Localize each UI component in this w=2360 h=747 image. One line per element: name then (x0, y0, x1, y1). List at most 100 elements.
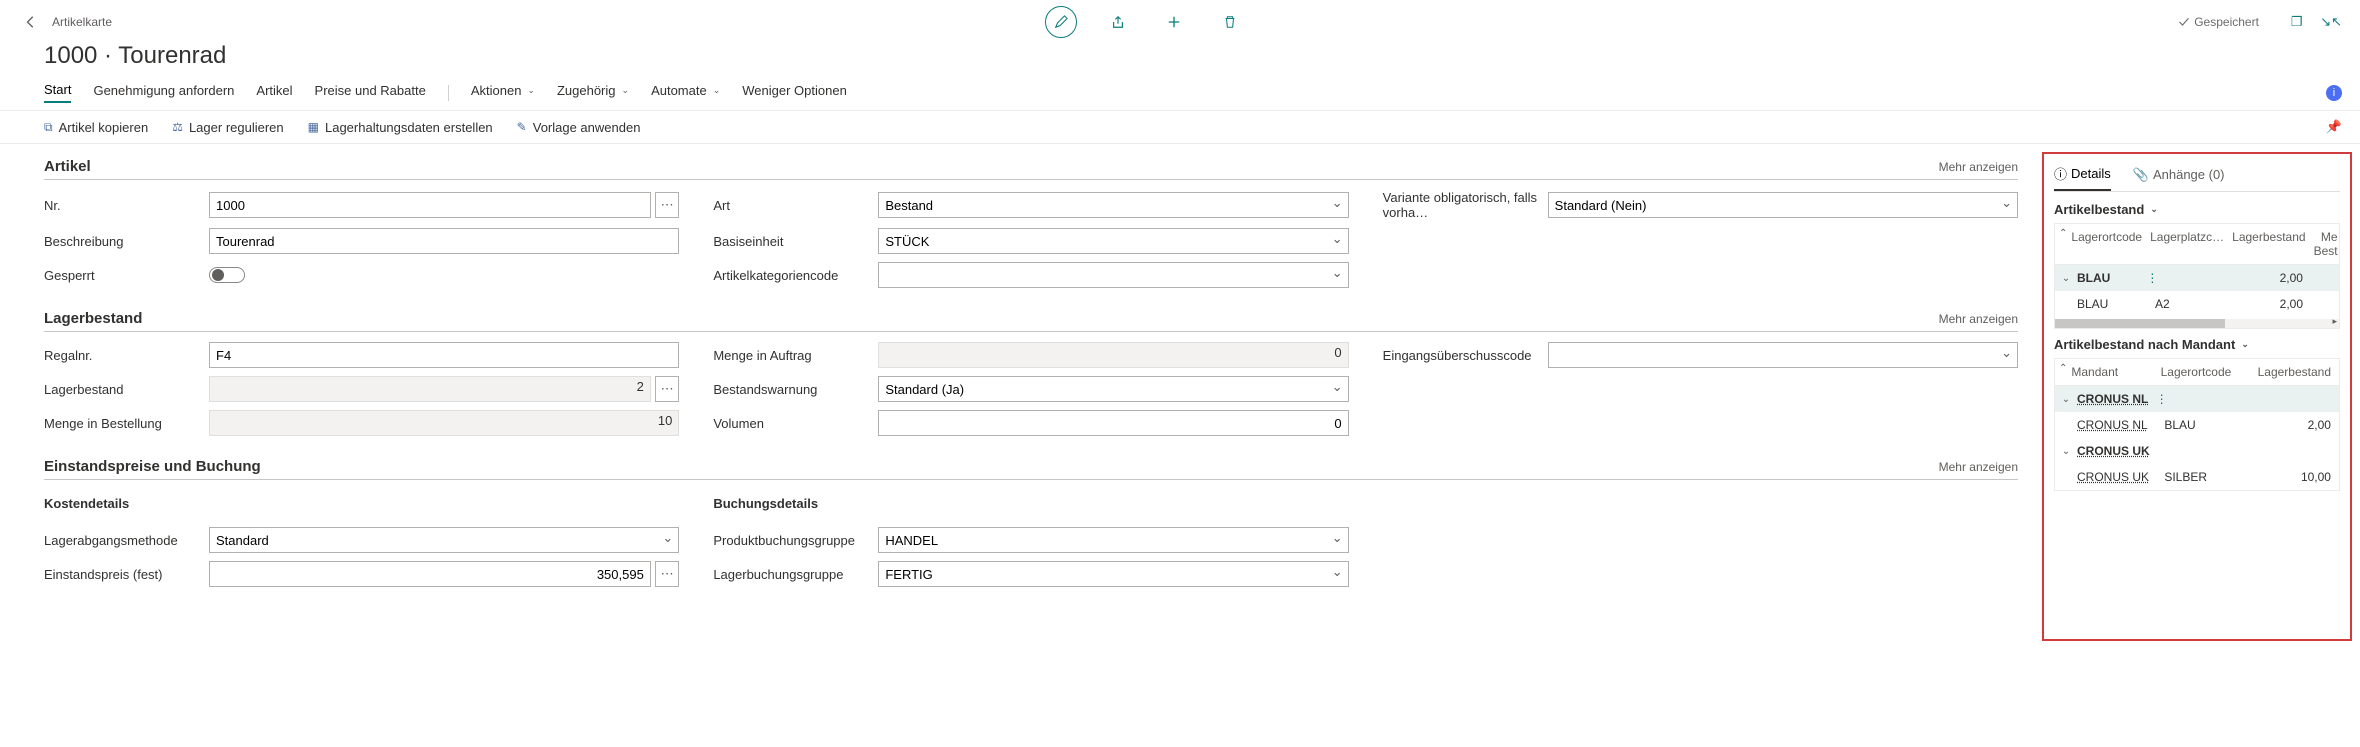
variante-label: Variante obligatorisch, falls vorha… (1383, 190, 1548, 220)
cmd-automate[interactable]: Automate⌄ (651, 83, 720, 102)
eingang-select[interactable] (1548, 342, 2018, 368)
chevron-down-icon[interactable]: ⌄ (2059, 446, 2073, 457)
saved-indicator: Gespeichert (2178, 15, 2259, 29)
kategorie-label: Artikelkategoriencode (713, 268, 878, 283)
act-create-warehouse-data[interactable]: ▦Lagerhaltungsdaten erstellen (308, 120, 493, 135)
page-title: 1000 · Tourenrad (0, 38, 2360, 78)
factbox-tab-attachments[interactable]: 📎 Anhänge (0) (2133, 164, 2225, 191)
kategorie-select[interactable] (878, 262, 1348, 288)
row-menu-icon[interactable]: ⋮ (2146, 271, 2160, 285)
new-icon[interactable] (1159, 7, 1189, 37)
nr-lookup-button[interactable]: ⋯ (655, 192, 680, 218)
volumen-label: Volumen (713, 416, 878, 431)
chevron-down-icon[interactable]: ⌄ (2059, 394, 2073, 405)
section-einstand-showmore[interactable]: Mehr anzeigen (1939, 460, 2018, 474)
popout-icon[interactable]: ❐ (2291, 14, 2303, 29)
section-einstand-title: Einstandspreise und Buchung (44, 458, 261, 475)
row-menu-icon[interactable]: ⋮ (2156, 392, 2170, 406)
col-me-best[interactable]: Me Best (2310, 228, 2342, 260)
factbox-sec1-title[interactable]: Artikelbestand⌄ (2054, 202, 2340, 217)
cmd-prices[interactable]: Preise und Rabatte (315, 83, 426, 102)
horizontal-scrollbar[interactable]: ▸ (2055, 319, 2339, 328)
regal-input[interactable] (209, 342, 679, 368)
menge-best-value[interactable]: 10 (209, 410, 679, 436)
edit-icon[interactable] (1045, 6, 1077, 38)
pin-icon[interactable]: 📌 (2326, 119, 2342, 135)
prodbuch-select[interactable]: HANDEL (878, 527, 1348, 553)
share-icon[interactable] (1103, 7, 1133, 37)
factbox-sec2-title[interactable]: Artikelbestand nach Mandant⌄ (2054, 337, 2340, 352)
col-lagerbestand2[interactable]: Lagerbestand (2246, 363, 2335, 381)
chevron-down-icon[interactable]: ⌄ (2059, 273, 2073, 284)
col-lagerplatz[interactable]: Lagerplatzc… (2146, 228, 2228, 260)
menge-auftrag-label: Menge in Auftrag (713, 348, 878, 363)
section-lager-showmore[interactable]: Mehr anzeigen (1939, 312, 2018, 326)
section-artikel-title: Artikel (44, 158, 91, 175)
act-adjust-inventory[interactable]: ⚖Lager regulieren (172, 120, 283, 135)
prodbuch-label: Produktbuchungsgruppe (713, 533, 878, 548)
table-row[interactable]: ⌄ CRONUS NL ⋮ (2055, 386, 2339, 412)
fest-input[interactable] (209, 561, 651, 587)
table-row[interactable]: BLAU A2 2,00 (2055, 291, 2339, 317)
regal-label: Regalnr. (44, 348, 209, 363)
cmd-actions[interactable]: Aktionen⌄ (471, 83, 535, 102)
factbox-grid-1: ⌃ Lagerortcode Lagerplatzc… Lagerbestand… (2054, 223, 2340, 329)
warehouse-icon: ▦ (308, 120, 319, 134)
table-row[interactable]: ⌄ CRONUS UK (2055, 438, 2339, 464)
nr-input[interactable] (209, 192, 651, 218)
table-row[interactable]: CRONUS UK SILBER 10,00 (2055, 464, 2339, 490)
breadcrumb: Artikelkarte (52, 15, 112, 29)
basiseinheit-label: Basiseinheit (713, 234, 878, 249)
art-select[interactable]: Bestand (878, 192, 1348, 218)
factbox: ⓘ Details 📎 Anhänge (0) Artikelbestand⌄ … (2042, 152, 2352, 641)
collapse-all-icon[interactable]: ⌃ (2059, 363, 2067, 381)
lagerbuch-label: Lagerbuchungsgruppe (713, 567, 878, 582)
eingang-label: Eingangsüberschusscode (1383, 348, 1548, 363)
menge-auftrag-value[interactable]: 0 (878, 342, 1348, 368)
fest-label: Einstandspreis (fest) (44, 567, 209, 582)
table-row[interactable]: ⌄ BLAU ⋮ 2,00 (2055, 265, 2339, 291)
cmd-less-options[interactable]: Weniger Optionen (742, 83, 847, 102)
cmd-related[interactable]: Zugehörig⌄ (557, 83, 629, 102)
lagerbestand-lookup-button[interactable]: ⋯ (655, 376, 680, 402)
abgang-label: Lagerabgangsmethode (44, 533, 209, 548)
cmd-item[interactable]: Artikel (256, 83, 292, 102)
table-row[interactable]: CRONUS NL BLAU 2,00 (2055, 412, 2339, 438)
gesperrt-label: Gesperrt (44, 268, 209, 283)
volumen-input[interactable] (878, 410, 1348, 436)
adjust-icon: ⚖ (172, 120, 183, 134)
warnung-select[interactable]: Standard (Ja) (878, 376, 1348, 402)
collapse-icon[interactable]: ↘↖ (2320, 14, 2342, 29)
section-lager-title: Lagerbestand (44, 310, 142, 327)
nr-label: Nr. (44, 198, 209, 213)
beschreibung-input[interactable] (209, 228, 679, 254)
col-mandant[interactable]: Mandant (2067, 363, 2156, 381)
info-icon[interactable]: i (2326, 85, 2342, 101)
col-lagerort[interactable]: Lagerortcode (2067, 228, 2146, 260)
col-lagerbestand[interactable]: Lagerbestand (2228, 228, 2309, 260)
section-artikel-showmore[interactable]: Mehr anzeigen (1939, 160, 2018, 174)
template-icon: ✎ (517, 120, 527, 134)
art-label: Art (713, 198, 878, 213)
delete-icon[interactable] (1215, 7, 1245, 37)
col-lagerortcode[interactable]: Lagerortcode (2157, 363, 2246, 381)
attachment-icon: 📎 (2133, 167, 2149, 183)
tab-start[interactable]: Start (44, 82, 71, 103)
collapse-all-icon[interactable]: ⌃ (2059, 228, 2067, 260)
act-apply-template[interactable]: ✎Vorlage anwenden (517, 120, 641, 135)
gesperrt-toggle[interactable] (209, 267, 245, 283)
back-button[interactable] (18, 9, 44, 35)
warnung-label: Bestandswarnung (713, 382, 878, 397)
factbox-tab-details[interactable]: ⓘ Details (2054, 164, 2111, 191)
lagerbuch-select[interactable]: FERTIG (878, 561, 1348, 587)
lagerbestand-label: Lagerbestand (44, 382, 209, 397)
factbox-grid-2: ⌃ Mandant Lagerortcode Lagerbestand ⌄ CR… (2054, 358, 2340, 491)
basiseinheit-select[interactable]: STÜCK (878, 228, 1348, 254)
buchung-subtitle: Buchungsdetails (713, 496, 1348, 511)
abgang-select[interactable]: Standard (209, 527, 679, 553)
act-copy-item[interactable]: ⧉Artikel kopieren (44, 120, 148, 135)
variante-select[interactable]: Standard (Nein) (1548, 192, 2018, 218)
fest-lookup-button[interactable]: ⋯ (655, 561, 680, 587)
lagerbestand-value[interactable]: 2 (209, 376, 651, 402)
cmd-approval[interactable]: Genehmigung anfordern (93, 83, 234, 102)
